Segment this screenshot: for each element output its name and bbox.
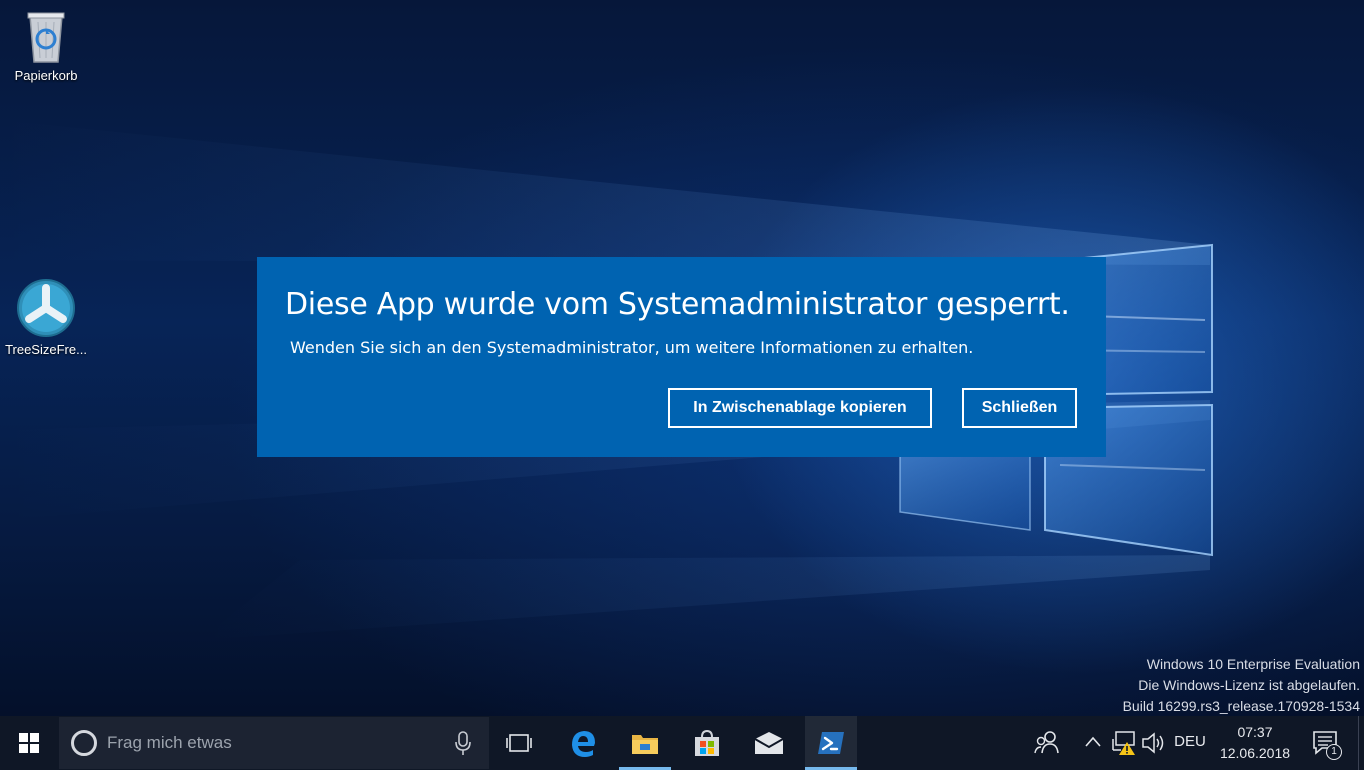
network-warning-icon[interactable]: [1112, 730, 1136, 756]
treesize-icon: [17, 279, 75, 337]
search-input[interactable]: [107, 727, 447, 759]
windows-logo-icon: [19, 733, 39, 753]
task-view-button[interactable]: [493, 716, 545, 770]
notification-count-badge: 1: [1326, 744, 1342, 760]
recycle-bin-icon: [27, 12, 65, 63]
taskbar-app-store[interactable]: [681, 716, 733, 770]
desktop-icon-label: Papierkorb: [14, 68, 78, 83]
show-desktop-button[interactable]: [1358, 716, 1364, 770]
volume-icon[interactable]: [1141, 730, 1167, 756]
dialog-title: Diese App wurde vom Systemadministrator …: [285, 287, 1070, 322]
edge-icon: [572, 731, 595, 757]
mail-icon: [754, 732, 784, 754]
clock-date: 12.06.2018: [1219, 745, 1291, 761]
taskbar: DEU 07:37 12.06.2018 1: [0, 716, 1364, 770]
desktop-icon-treesize[interactable]: TreeSizeFre...: [0, 278, 92, 357]
watermark-line: Build 16299.rs3_release.170928-1534: [1122, 698, 1360, 714]
dialog-message: Wenden Sie sich an den Systemadministrat…: [290, 338, 974, 357]
people-icon[interactable]: [1034, 728, 1062, 758]
taskbar-app-file-explorer[interactable]: [619, 716, 671, 770]
taskbar-app-mail[interactable]: [743, 716, 795, 770]
app-blocked-dialog: Diese App wurde vom Systemadministrator …: [257, 257, 1106, 457]
taskbar-app-powershell[interactable]: [805, 716, 857, 770]
desktop-icon-recycle-bin[interactable]: Papierkorb: [0, 8, 92, 83]
windows-evaluation-watermark: Windows 10 Enterprise Evaluation Die Win…: [1123, 654, 1360, 716]
action-center-button[interactable]: 1: [1310, 728, 1344, 760]
taskbar-clock[interactable]: 07:37 12.06.2018: [1212, 722, 1298, 764]
taskbar-app-edge[interactable]: [557, 716, 609, 770]
microphone-icon[interactable]: [453, 731, 473, 757]
task-view-icon: [506, 734, 532, 752]
store-icon: [695, 729, 719, 756]
close-button[interactable]: Schließen: [962, 388, 1077, 428]
input-language-indicator[interactable]: DEU: [1172, 733, 1208, 750]
watermark-line: Windows 10 Enterprise Evaluation: [1146, 656, 1360, 672]
start-button[interactable]: [0, 716, 58, 770]
watermark-line: Die Windows-Lizenz ist abgelaufen.: [1138, 677, 1360, 693]
powershell-icon: [818, 732, 844, 754]
copy-to-clipboard-button[interactable]: In Zwischenablage kopieren: [668, 388, 932, 428]
desktop: Papierkorb TreeSizeFre... Diese App wurd…: [0, 0, 1364, 716]
chevron-up-icon[interactable]: [1083, 732, 1103, 752]
taskbar-search-box[interactable]: [59, 717, 489, 769]
desktop-icon-label: TreeSizeFre...: [5, 342, 87, 357]
clock-time: 07:37: [1237, 724, 1273, 740]
file-explorer-icon: [632, 735, 658, 754]
cortana-icon[interactable]: [71, 730, 97, 756]
